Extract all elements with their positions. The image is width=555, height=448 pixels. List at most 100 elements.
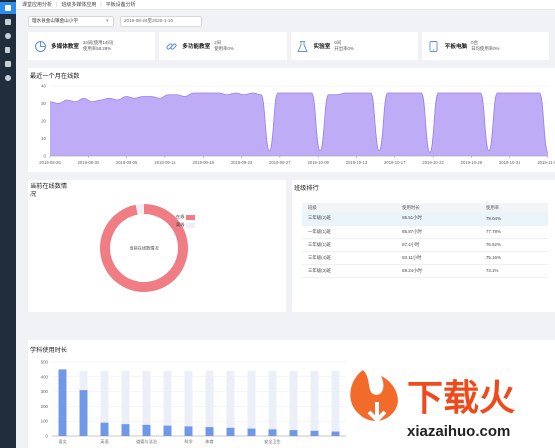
trend-panel: 最近一个月在线数 0 10 20 30 40 2019-08-26 2019-08-30 20…: [28, 68, 555, 172]
x-tick-label: 道德与法治: [136, 438, 157, 445]
card-stats: 34间(使用14间) 使用率58.28%: [83, 40, 113, 52]
breadcrumb-separator: |: [100, 1, 102, 8]
table-cell: 三年级(3)班: [302, 264, 397, 278]
card-multimedia-classroom[interactable]: 多媒体教室 34间(使用14间) 使用率58.28%: [28, 32, 156, 60]
x-tick-label: 2019-09-18: [193, 160, 215, 165]
online-donut-chart: 当前在线数情况: [100, 204, 188, 292]
trend-title: 最近一个月在线数: [30, 73, 80, 80]
bar: [247, 428, 256, 436]
legend-label: 离线: [176, 222, 185, 227]
bar-background: [205, 370, 214, 436]
table-row[interactable]: 三年级(3)班 89.24小时 73.1%: [302, 264, 548, 278]
bar-background: [247, 370, 256, 436]
card-stats: 0间 开出率0%: [334, 40, 354, 52]
x-tick-label: 2019-10-09: [307, 160, 329, 165]
settings-icon[interactable]: [0, 72, 16, 84]
y-tick-label: 100: [41, 419, 49, 424]
bar: [163, 425, 172, 436]
table-row[interactable]: 一年级(1)班 85.87小时 77.78%: [302, 225, 548, 239]
table-cell: 75.16%: [479, 251, 548, 265]
y-tick-label: 40: [41, 84, 46, 89]
card-multifunction-classroom[interactable]: 多功能教室 2间 使用率0%: [159, 32, 287, 60]
x-tick-label: 2019-09-05: [116, 160, 138, 165]
table-cell: 78.04%: [479, 212, 548, 226]
table-row[interactable]: 三年级(2)班 85.51小时 78.04%: [302, 212, 548, 226]
card-stats: 0台 日均使用率0%: [471, 40, 499, 52]
table-cell: 三年级(4)班: [302, 251, 397, 265]
x-tick-label: 2019-10-17: [384, 160, 406, 165]
x-tick-label: 2019-10-31: [499, 160, 521, 165]
flask-icon: [296, 39, 310, 53]
breadcrumb-item[interactable]: 班级多媒体应用: [61, 1, 96, 8]
card-tablet[interactable]: 平板电脑 0台 日均使用率0%: [421, 32, 549, 60]
bar: [100, 422, 109, 436]
card-title: 多功能教室: [182, 44, 211, 50]
building-icon[interactable]: [0, 44, 16, 56]
subject-title: 学科使用时长: [30, 347, 68, 354]
filter-bar: 理水县金山镇金山小学 ▾ 2019-08-26至2020-1-10: [16, 10, 555, 32]
x-tick-label: 2019-09-27: [269, 160, 291, 165]
x-tick-label: 体育: [205, 438, 213, 445]
table-row[interactable]: 三年级(4)班 83.11小时 75.16%: [302, 251, 548, 265]
table-cell: 76.52%: [479, 238, 548, 252]
bar-background: [289, 370, 298, 436]
card-stat-line: 日均使用率0%: [471, 46, 500, 51]
table-cell: 83.11小时: [396, 251, 480, 265]
user-icon[interactable]: [0, 30, 16, 42]
bar: [268, 429, 277, 436]
donut-center-label: 当前在线数情况: [129, 245, 159, 252]
table-cell: 85.87小时: [396, 225, 480, 239]
bar-background: [331, 370, 340, 436]
x-tick-label: 2019-10-22: [422, 160, 444, 165]
legend-item: 在线: [176, 213, 196, 221]
bar: [310, 430, 319, 436]
x-tick-label: 2019-10-13: [346, 160, 368, 165]
home-icon[interactable]: [0, 16, 16, 28]
card-stat-line: 使用率58.28%: [82, 46, 112, 51]
chevron-down-icon: ▾: [106, 18, 109, 24]
y-tick-label: 0: [44, 154, 47, 159]
dashboard-icon[interactable]: [0, 2, 16, 14]
bar: [205, 427, 214, 436]
main-content: 课堂应用分析 | 班级多媒体应用 | 平板设备分析 理水县金山镇金山小学 ▾ 2…: [16, 0, 555, 448]
card-laboratory[interactable]: 实验室 0间 开出率0%: [290, 32, 418, 60]
table-cell: 89.24小时: [396, 264, 480, 278]
bar: [289, 430, 298, 436]
column-header: 班级: [302, 203, 397, 212]
tablet-icon: [427, 39, 441, 53]
bar: [79, 390, 88, 436]
trend-area: [50, 93, 548, 156]
card-stat-line: 开出率0%: [334, 46, 354, 51]
bar: [226, 427, 235, 436]
date-range-picker[interactable]: 2019-08-26至2020-1-10: [120, 15, 202, 27]
legend-swatch: [186, 214, 196, 220]
bar-background: [184, 370, 193, 436]
x-tick-label: 科学: [184, 438, 192, 445]
link-icon: [164, 39, 178, 53]
y-tick-label: 20: [41, 119, 46, 124]
ranking-panel: 班级排行 班级 使用时长 使用率 三年级(2)班 85.51小时 78.04% 一年…: [292, 180, 555, 312]
bar: [184, 426, 193, 436]
date-range-value: 2019-08-26至2020-1-10: [124, 18, 174, 23]
card-stats: 2间 使用率0%: [214, 40, 234, 52]
y-tick-label: 0: [46, 434, 49, 439]
bar: [331, 431, 340, 436]
legend-swatch: [186, 222, 196, 228]
online-legend: 在线 离线: [176, 213, 196, 229]
card-title: 多媒体教室: [51, 44, 79, 50]
column-header: 使用时长: [396, 203, 480, 212]
trend-chart: 0 10 20 30 40 2019-08-26 2019-08-30 2019-09-05 2…: [39, 84, 555, 166]
breadcrumb-item[interactable]: 平板设备分析: [106, 1, 136, 8]
school-select-value: 理水县金山镇金山小学: [32, 18, 78, 23]
monitor-icon[interactable]: [0, 58, 16, 70]
card-title: 平板电脑: [444, 44, 468, 50]
bar: [142, 424, 151, 436]
school-select[interactable]: 理水县金山镇金山小学 ▾: [28, 15, 114, 27]
breadcrumb: 课堂应用分析 | 班级多媒体应用 | 平板设备分析: [16, 0, 555, 10]
pie-icon: [33, 39, 47, 53]
breadcrumb-item[interactable]: 课堂应用分析: [22, 1, 52, 8]
table-row[interactable]: 三年级(1)班 87.4小时 76.52%: [302, 238, 548, 252]
y-tick-label: 200: [41, 404, 49, 409]
legend-item: 离线: [176, 221, 196, 229]
bar-background: [226, 370, 235, 436]
